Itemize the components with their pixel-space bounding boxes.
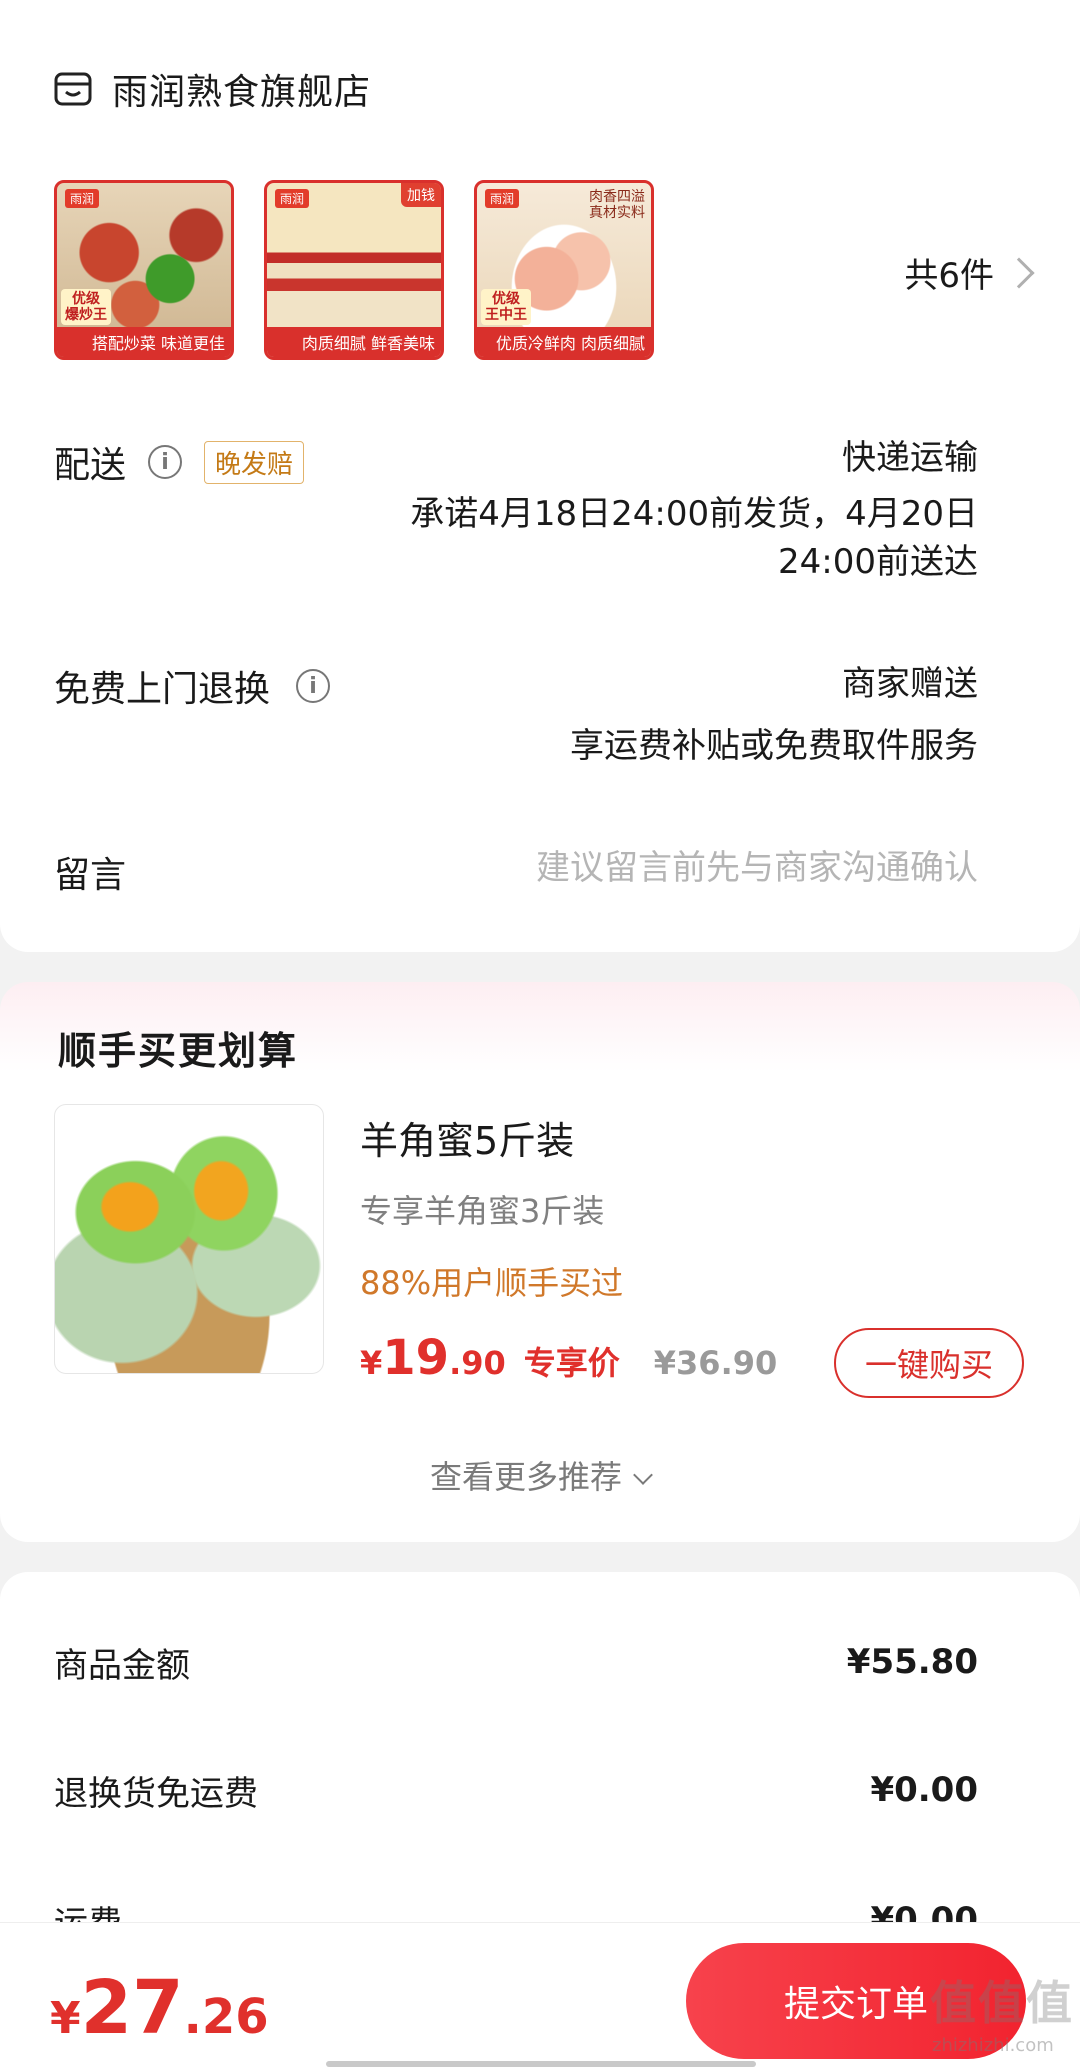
- returns-label: 免费上门退换: [54, 669, 271, 710]
- subtotal-value: ¥55.80: [846, 1642, 978, 1682]
- product-badge: 优级 王中王: [481, 289, 531, 325]
- info-icon[interactable]: i: [296, 669, 331, 703]
- returns-row: 免费上门退换 i: [54, 660, 331, 712]
- price-label: 专享价: [523, 1344, 620, 1382]
- product-thumbnail[interactable]: 雨润 加钱 肉质细腻 鲜香美味: [264, 180, 444, 360]
- product-thumbnail[interactable]: 雨润 优级 爆炒王 搭配炒菜 味道更佳: [54, 180, 234, 360]
- delivery-promise-line1: 承诺4月18日24:00前发货，4月20日: [410, 494, 978, 534]
- price-decimal: .90: [449, 1344, 506, 1382]
- order-total: ¥ 27 .26: [50, 1965, 269, 2051]
- upsell-title: 顺手买更划算: [58, 1029, 299, 1073]
- product-name[interactable]: 羊角蜜5斤装: [360, 1110, 574, 1165]
- item-count: 共6件: [904, 256, 994, 296]
- product-slogan: 搭配炒菜 味道更佳: [57, 327, 231, 357]
- item-count-link[interactable]: 共6件: [904, 248, 1035, 297]
- store-name: 雨润熟食旗舰店: [112, 72, 372, 113]
- product-note: 肉香四溢 真材实料: [589, 189, 645, 221]
- message-label: 留言: [54, 855, 127, 896]
- returns-desc: 享运费补贴或免费取件服务: [570, 726, 978, 766]
- returns-value: 商家赠送: [842, 664, 978, 704]
- total-integer: 27: [80, 1965, 184, 2051]
- one-click-buy-button[interactable]: 一键购买: [834, 1328, 1024, 1398]
- brand-logo: 雨润: [65, 189, 100, 208]
- social-proof: 88%用户顺手买过: [360, 1264, 624, 1302]
- return-shipping-value: ¥0.00: [870, 1770, 978, 1810]
- home-indicator[interactable]: [326, 2061, 756, 2067]
- checkout-bar: ¥ 27 .26 提交订单 值值值 zhizhizhi.com: [0, 1922, 1080, 2072]
- product-slogan: 肉质细腻 鲜香美味: [267, 327, 441, 357]
- message-input[interactable]: 建议留言前先与商家沟通确认: [536, 844, 978, 892]
- upsell-card: 顺手买更划算 羊角蜜5斤装 专享羊角蜜3斤装 88%用户顺手买过 ¥ 19 .9…: [0, 982, 1080, 1542]
- watermark-url: zhizhizhi.com: [932, 2035, 1054, 2056]
- product-subtitle: 专享羊角蜜3斤装: [360, 1192, 605, 1230]
- delivery-label: 配送: [54, 445, 127, 486]
- store-header[interactable]: 雨润熟食旗舰店: [54, 62, 371, 116]
- product-image[interactable]: [54, 1104, 324, 1374]
- price-currency: ¥: [360, 1344, 383, 1382]
- product-slogan: 优质冷鲜肉 肉质细腻: [477, 327, 651, 357]
- product-badge: 优级 爆炒王: [61, 289, 111, 325]
- store-card: 雨润熟食旗舰店 雨润 优级 爆炒王 搭配炒菜 味道更佳 雨润 加钱 肉质细腻 鲜…: [0, 0, 1080, 952]
- brand-logo: 雨润: [485, 189, 520, 208]
- brand-logo: 雨润: [275, 189, 310, 208]
- delivery-promise-line2: 24:00前送达: [778, 542, 978, 582]
- subtotal-label: 商品金额: [54, 1646, 190, 1686]
- watermark: 值值值: [930, 1976, 1074, 2030]
- delivery-row: 配送 i 晚发赔: [54, 436, 305, 488]
- more-recommendations-link[interactable]: 查看更多推荐: [0, 1452, 1080, 1498]
- product-tag: 加钱: [401, 183, 441, 207]
- total-decimal: .26: [183, 1989, 269, 2045]
- chevron-down-icon: [633, 1465, 653, 1485]
- info-icon[interactable]: i: [148, 445, 183, 479]
- original-price: ¥36.90: [653, 1344, 778, 1382]
- product-thumbnail[interactable]: 雨润 肉香四溢 真材实料 优级 王中王 优质冷鲜肉 肉质细腻: [474, 180, 654, 360]
- return-shipping-label: 退换货免运费: [54, 1774, 258, 1814]
- chevron-right-icon: [1003, 256, 1035, 289]
- more-label: 查看更多推荐: [429, 1458, 622, 1496]
- product-price: ¥ 19 .90 专享价 ¥36.90: [360, 1330, 777, 1386]
- price-integer: 19: [382, 1330, 450, 1386]
- delivery-method: 快递运输: [842, 438, 978, 478]
- total-currency: ¥: [50, 1993, 81, 2044]
- store-icon: [54, 72, 92, 106]
- late-compensation-badge: 晚发赔: [204, 440, 305, 484]
- product-thumbnails[interactable]: 雨润 优级 爆炒王 搭配炒菜 味道更佳 雨润 加钱 肉质细腻 鲜香美味 雨润 肉…: [54, 180, 654, 360]
